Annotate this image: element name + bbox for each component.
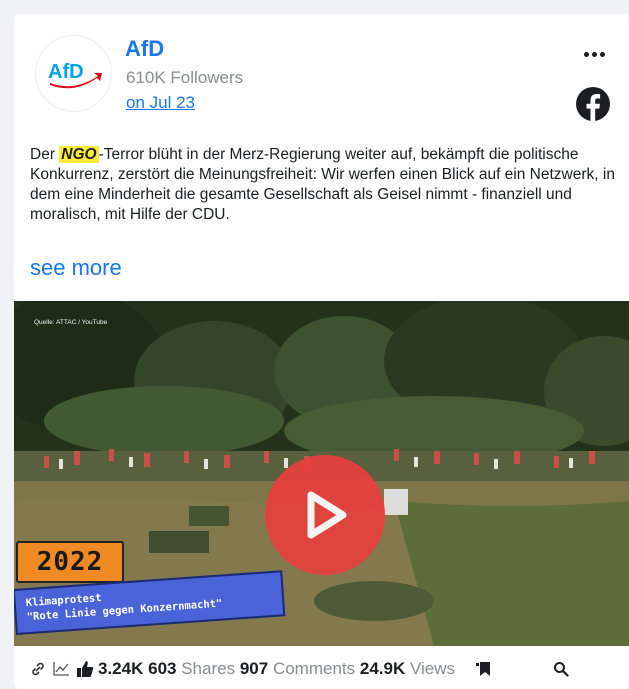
comments-label[interactable]: Comments <box>273 659 355 679</box>
bookmark-icon[interactable] <box>475 660 493 678</box>
search-icon[interactable] <box>553 661 569 677</box>
see-more-link[interactable]: see more <box>30 255 122 281</box>
chart-icon[interactable] <box>52 661 70 677</box>
likes-count: 3.24K <box>98 659 144 678</box>
avatar[interactable]: AfD <box>36 36 111 111</box>
views-label: Views <box>409 659 456 678</box>
post-card: AfD AfD 610K Followers on Jul 23 Der NGO… <box>14 14 629 689</box>
play-button[interactable] <box>265 455 385 575</box>
svg-text:AfD: AfD <box>48 61 84 83</box>
post-date-link[interactable]: on Jul 23 <box>126 93 195 113</box>
more-options-button[interactable] <box>579 44 609 64</box>
video-player[interactable]: Quelle: ATTAC / YouTube 2022 Klimaprotes… <box>14 301 629 646</box>
post-header: AfD AfD 610K Followers on Jul 23 <box>14 14 629 129</box>
post-text: Der NGO -Terror blüht in der Merz-Regieru… <box>30 146 615 223</box>
thumbs-up-icon[interactable] <box>76 660 94 678</box>
highlighted-word: NGO <box>59 146 99 163</box>
play-icon <box>307 491 347 539</box>
shares-count: 603 <box>148 659 177 678</box>
follower-count: 610K Followers <box>126 68 244 87</box>
more-horizontal-icon <box>583 51 589 57</box>
comments-count: 907 <box>239 659 269 678</box>
stats-bar: 3.24K 603 Shares 907 Comments 24.9K View… <box>14 654 629 684</box>
page-name[interactable]: AfD <box>125 36 164 62</box>
shares-label[interactable]: Shares <box>181 659 235 679</box>
link-icon[interactable] <box>30 661 46 677</box>
video-source-label: Quelle: ATTAC / YouTube <box>34 319 108 326</box>
afd-logo-icon: AfD <box>48 61 102 88</box>
facebook-icon[interactable] <box>575 86 611 122</box>
year-badge: 2022 <box>16 541 124 583</box>
views-count: 24.9K <box>359 659 406 678</box>
post-body: Der NGO -Terror blüht in der Merz-Regieru… <box>14 129 629 299</box>
